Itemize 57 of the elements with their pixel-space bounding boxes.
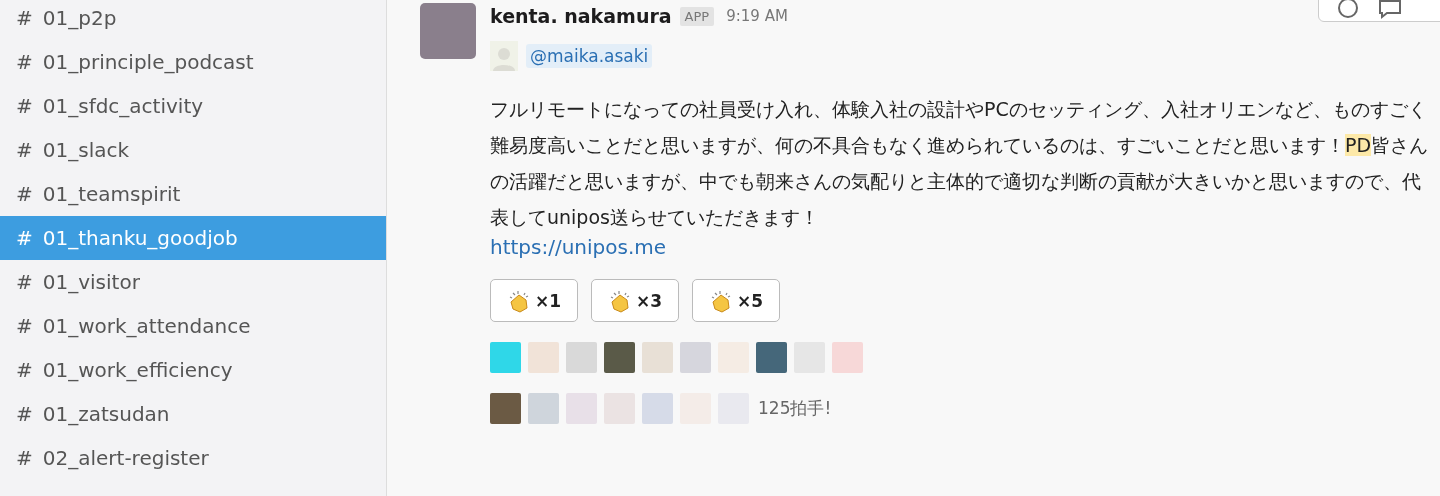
channel-name: 01_sfdc_activity bbox=[42, 94, 204, 118]
hash-symbol: # bbox=[16, 446, 33, 470]
author-name[interactable]: kenta. nakamura bbox=[490, 5, 672, 27]
channel-name: 01_thanku_goodjob bbox=[42, 226, 238, 250]
message-time[interactable]: 9:19 AM bbox=[726, 7, 788, 25]
hash-symbol: # bbox=[16, 358, 33, 382]
photo-placeholder bbox=[566, 393, 597, 424]
channel-item[interactable]: # 01_work_attendance bbox=[0, 304, 386, 348]
channel-name: 01_visitor bbox=[42, 270, 140, 294]
photo-placeholder bbox=[528, 393, 559, 424]
photo-placeholder bbox=[490, 342, 521, 373]
hash-symbol: # bbox=[16, 94, 33, 118]
photo-placeholder bbox=[756, 342, 787, 373]
photo-placeholder bbox=[528, 342, 559, 373]
comment-icon[interactable] bbox=[1377, 0, 1403, 21]
hash-symbol: # bbox=[16, 270, 33, 294]
channel-name: 01_work_attendance bbox=[42, 314, 251, 338]
channel-name: 01_teamspirit bbox=[42, 182, 181, 206]
hash-symbol: # bbox=[16, 402, 33, 426]
avatar-placeholder-icon bbox=[490, 41, 518, 71]
photo-placeholder bbox=[604, 342, 635, 373]
user-mention[interactable]: @maika.asaki bbox=[526, 44, 653, 68]
channel-item[interactable]: # 02_alert-register bbox=[0, 436, 386, 480]
hash-symbol: # bbox=[16, 182, 33, 206]
channel-name: 01_principle_podcast bbox=[42, 50, 254, 74]
photo-placeholder bbox=[642, 342, 673, 373]
channel-item[interactable]: # 01_teamspirit bbox=[0, 172, 386, 216]
photo-placeholder bbox=[420, 3, 476, 59]
channel-name: 01_work_efficiency bbox=[42, 358, 233, 382]
channel-name: 01_p2p bbox=[42, 6, 117, 30]
channel-name: 01_slack bbox=[42, 138, 130, 162]
channel-item[interactable]: # 01_work_efficiency bbox=[0, 348, 386, 392]
photo-placeholder bbox=[680, 342, 711, 373]
channel-name: 01_zatsudan bbox=[42, 402, 170, 426]
photo-placeholder bbox=[642, 393, 673, 424]
message-text: フルリモートになっての社員受け入れ、体験入社の設計やPCのセッティング、入社オリエンなど、ものすごく難易度高いことだと思いますが、何の不具合もなく進められているのは、すごいことだと思います！PD皆さんの活躍だと思いますが、中でも朝来さんの気配りと主体的で適切な判断の貢献が大きいかと思いますので、代表してunipos送らせていただきます！ bbox=[490, 97, 1430, 230]
clap-button[interactable]: ×3 bbox=[591, 279, 679, 322]
hash-symbol: # bbox=[16, 6, 33, 30]
channel-name: 02_alert-register bbox=[42, 446, 209, 470]
photo-placeholder bbox=[566, 342, 597, 373]
photo-placeholder bbox=[832, 342, 863, 373]
message-link[interactable]: https://unipos.me bbox=[490, 235, 667, 259]
app-badge: APP bbox=[679, 6, 715, 26]
channel-item[interactable]: # 01_principle_podcast bbox=[0, 40, 386, 84]
channel-item[interactable]: # 01_slack bbox=[0, 128, 386, 172]
photo-placeholder bbox=[490, 393, 521, 424]
channel-item[interactable]: # 01_p2p bbox=[0, 0, 386, 40]
channel-item[interactable]: # 01_visitor bbox=[0, 260, 386, 304]
clap-button[interactable]: ×5 bbox=[692, 279, 780, 322]
hash-symbol: # bbox=[16, 50, 33, 74]
channel-item[interactable]: # 01_sfdc_activity bbox=[0, 84, 386, 128]
hash-symbol: # bbox=[16, 138, 33, 162]
channel-item[interactable]: # 01_zatsudan bbox=[0, 392, 386, 436]
hash-symbol: # bbox=[16, 314, 33, 338]
clap-button[interactable]: ×1 bbox=[490, 279, 578, 322]
clap-count: 125拍手! bbox=[758, 397, 832, 420]
hash-symbol: # bbox=[16, 226, 33, 250]
